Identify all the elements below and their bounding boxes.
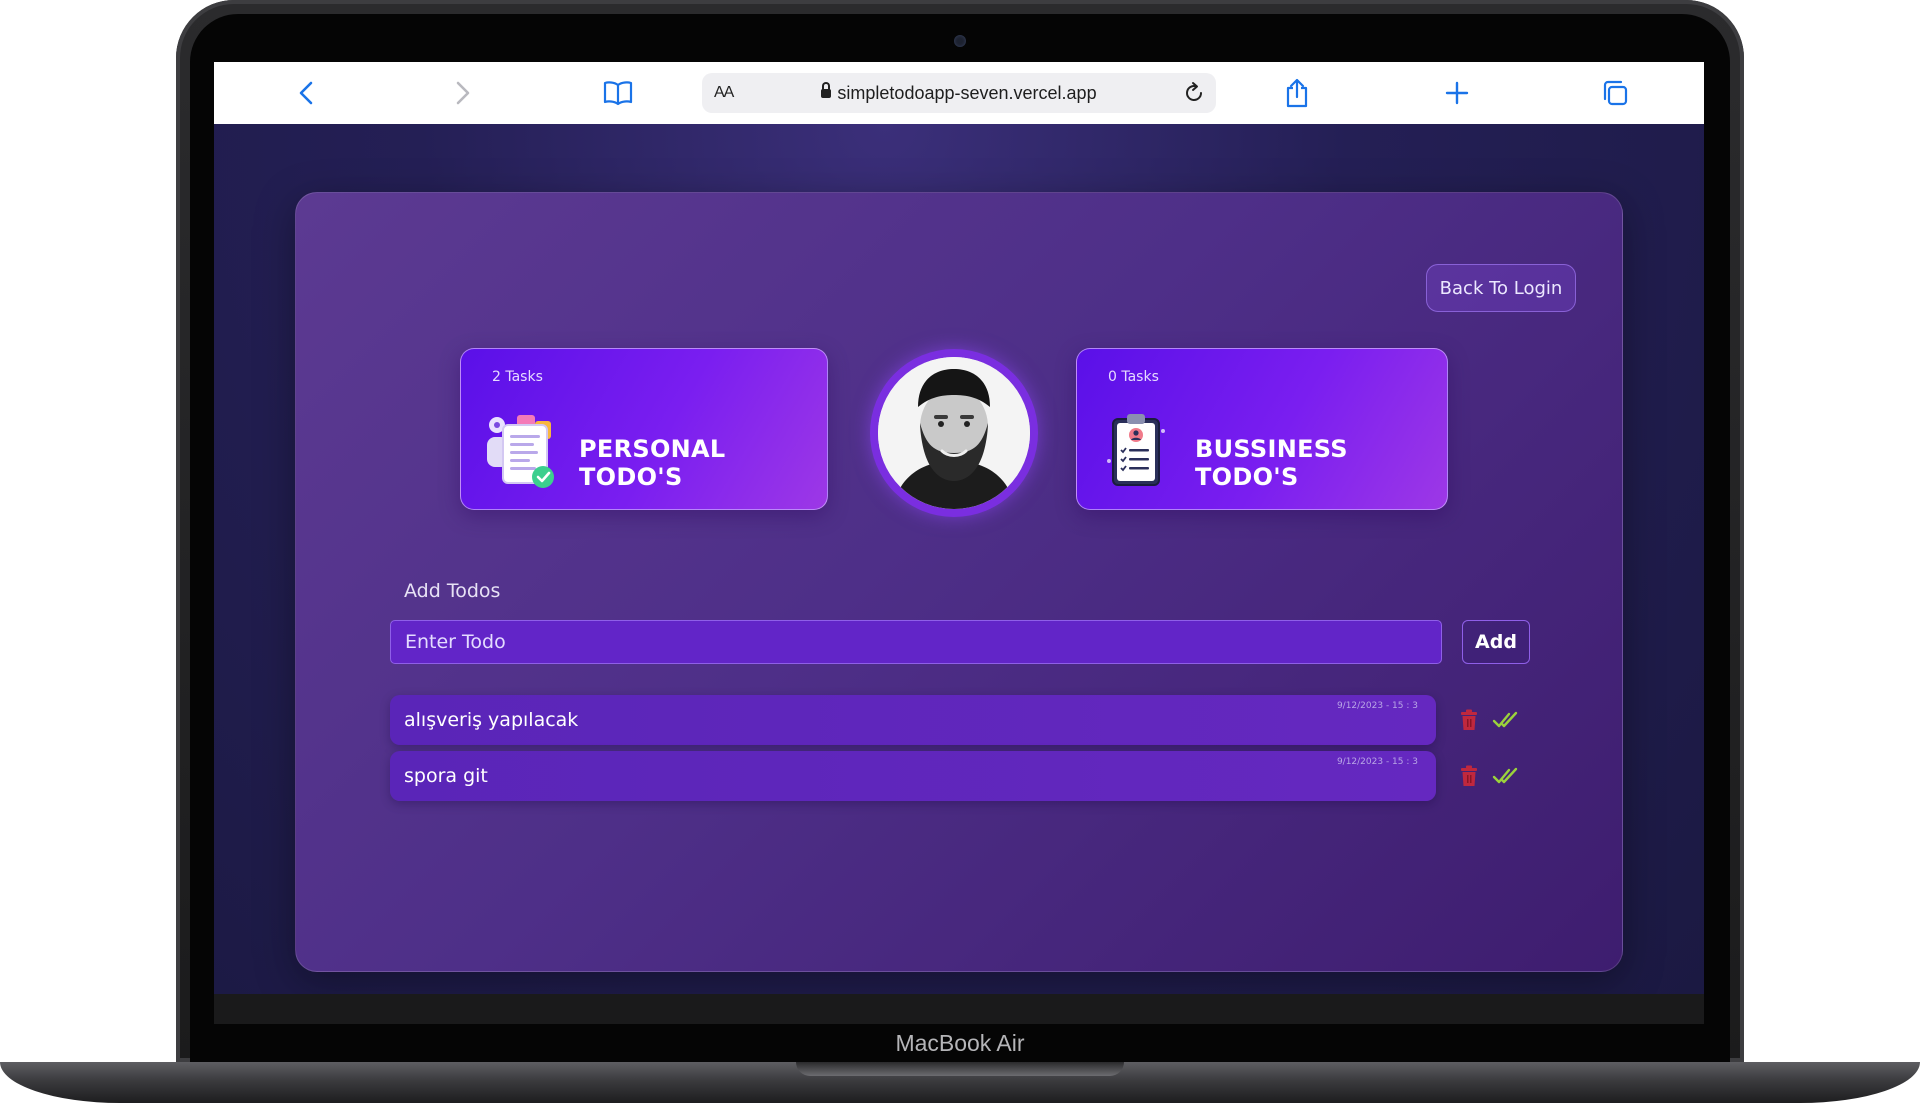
todo-date: 9/12/2023 - 15 : 3 xyxy=(1336,757,1418,767)
forward-arrow-icon[interactable] xyxy=(446,78,480,108)
todo-text: spora git xyxy=(404,765,488,787)
todo-app-panel: Back To Login 2 Tasks PERSONAL TODO'S 0 … xyxy=(295,192,1623,972)
complete-double-check-icon[interactable] xyxy=(1491,707,1521,733)
add-todo-button[interactable]: Add xyxy=(1462,620,1530,664)
browser-toolbar: AA simpletodoapp-seven.vercel.app xyxy=(214,62,1704,125)
todo-item: spora git 9/12/2023 - 15 : 3 xyxy=(390,751,1436,801)
personal-todos-title: PERSONAL TODO'S xyxy=(579,435,726,491)
profile-avatar-ring xyxy=(870,349,1038,517)
new-tab-plus-icon[interactable] xyxy=(1440,78,1474,108)
laptop-opening-notch xyxy=(796,1062,1124,1076)
page-background: Back To Login 2 Tasks PERSONAL TODO'S 0 … xyxy=(214,124,1704,994)
personal-task-count: 2 Tasks xyxy=(492,369,543,385)
back-to-login-button[interactable]: Back To Login xyxy=(1426,264,1576,312)
business-task-count: 0 Tasks xyxy=(1108,369,1159,385)
url-text: simpletodoapp-seven.vercel.app xyxy=(837,83,1097,103)
business-todos-card[interactable]: 0 Tasks BUSSINESS TODO'S xyxy=(1076,348,1448,510)
business-todos-title: BUSSINESS TODO'S xyxy=(1195,435,1348,491)
todo-input[interactable] xyxy=(390,620,1442,664)
delete-trash-icon[interactable] xyxy=(1456,763,1482,789)
tabs-overview-icon[interactable] xyxy=(1598,78,1632,108)
share-icon[interactable] xyxy=(1280,78,1314,108)
back-arrow-icon[interactable] xyxy=(289,78,323,108)
screen: AA simpletodoapp-seven.vercel.app Back T… xyxy=(214,62,1704,994)
todo-text: alışveriş yapılacak xyxy=(404,709,579,731)
notes-checklist-icon xyxy=(483,411,561,491)
todo-item: alışveriş yapılacak 9/12/2023 - 15 : 3 xyxy=(390,695,1436,745)
complete-double-check-icon[interactable] xyxy=(1491,763,1521,789)
camera-icon xyxy=(954,35,966,47)
todo-date: 9/12/2023 - 15 : 3 xyxy=(1336,701,1418,711)
screen-hinge xyxy=(214,994,1704,1024)
clipboard-checklist-icon xyxy=(1103,409,1169,489)
reload-icon[interactable] xyxy=(1182,81,1206,105)
add-todos-label: Add Todos xyxy=(404,580,501,602)
avatar xyxy=(878,357,1030,509)
address-bar[interactable]: AA simpletodoapp-seven.vercel.app xyxy=(702,73,1216,113)
bookmarks-icon[interactable] xyxy=(601,78,635,108)
device-brand-label: MacBook Air xyxy=(895,1030,1025,1056)
delete-trash-icon[interactable] xyxy=(1456,707,1482,733)
personal-todos-card[interactable]: 2 Tasks PERSONAL TODO'S xyxy=(460,348,828,510)
lock-icon xyxy=(821,82,832,98)
